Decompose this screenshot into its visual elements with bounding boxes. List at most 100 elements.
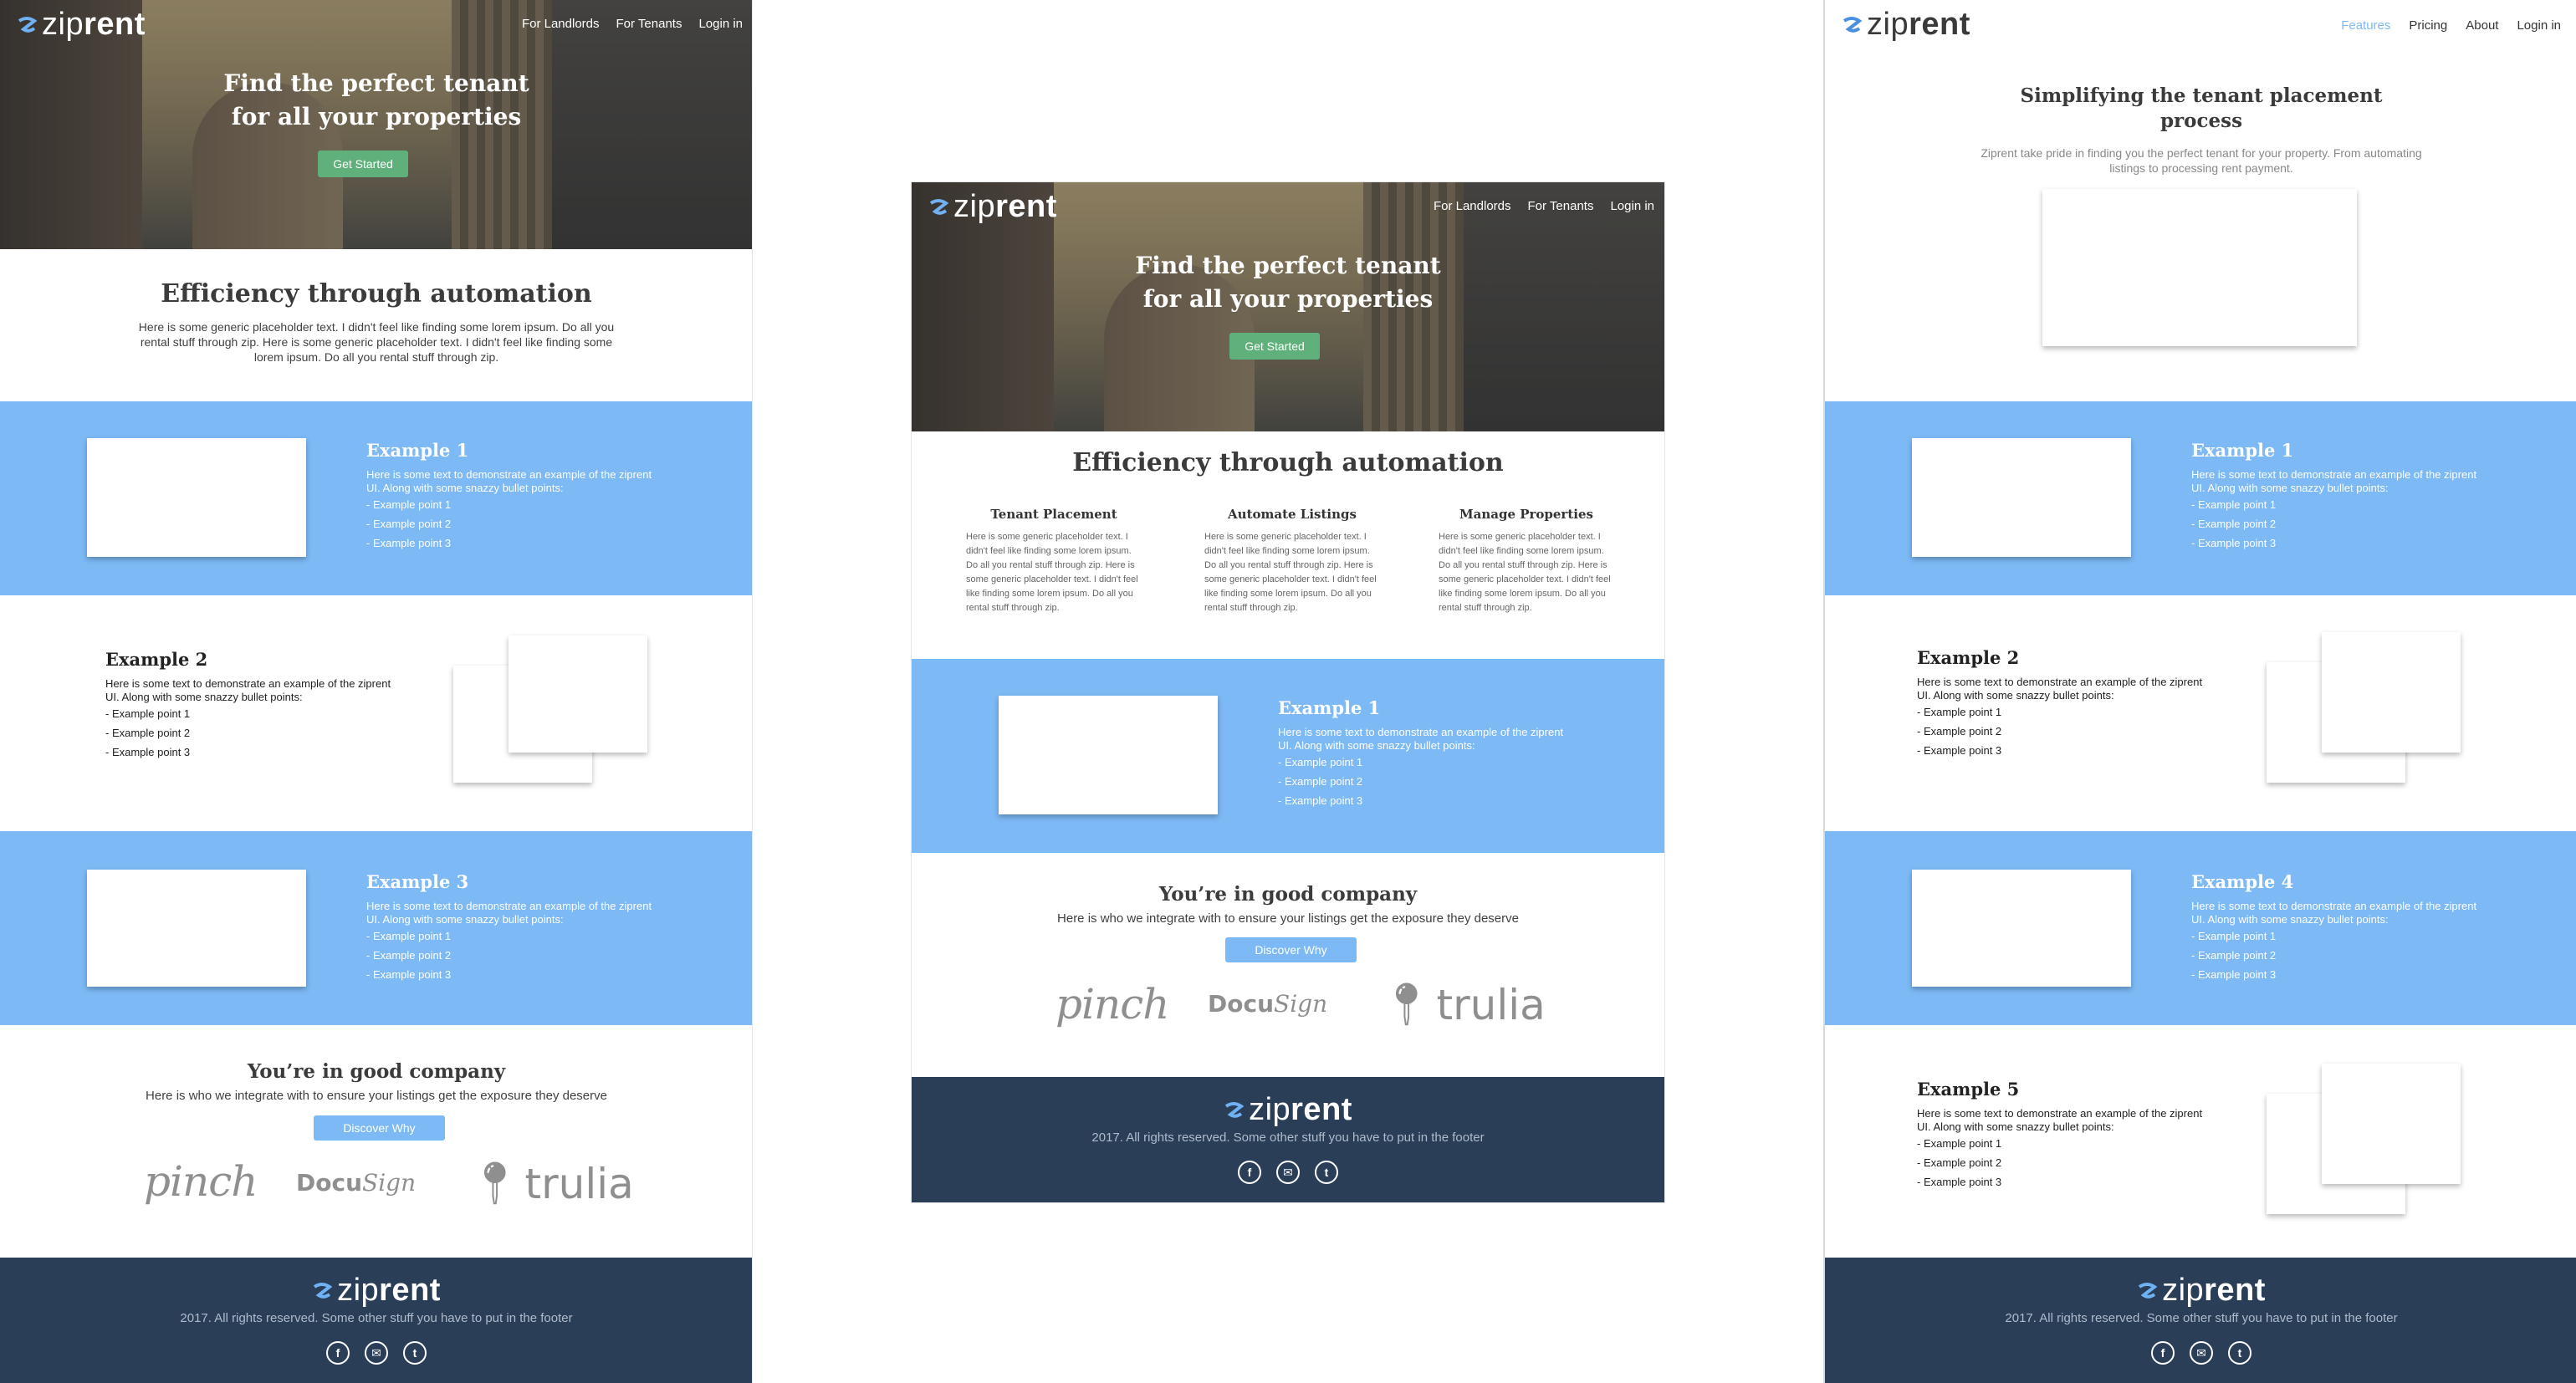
list-item: - Example point 3 [1917, 744, 2002, 757]
ziprent-logo-icon [929, 198, 948, 215]
ziprent-logo-icon [2138, 1282, 2158, 1299]
get-started-button[interactable]: Get Started [318, 151, 408, 177]
social-links: f ✉ t [912, 1161, 1664, 1184]
page-subtitle-line2: listings to processing rent payment. [2109, 161, 2293, 175]
example-1-image [87, 438, 306, 557]
example-1-text: Here is some text to demonstrate an exam… [366, 468, 652, 494]
get-started-button[interactable]: Get Started [1229, 333, 1320, 360]
example-1-text: Here is some text to demonstrate an exam… [2191, 468, 2477, 494]
logo-zip: zip [2162, 1273, 2205, 1308]
footer-logo[interactable]: ziprent [1825, 1273, 2576, 1309]
list-item: - Example point 1 [1278, 756, 1363, 768]
example-2-section: Example 2 Here is some text to demonstra… [0, 595, 752, 831]
nav-login[interactable]: Login in [2517, 18, 2561, 33]
nav-about[interactable]: About [2466, 18, 2498, 33]
twitter-icon[interactable]: t [2228, 1341, 2251, 1365]
logo[interactable]: ziprent [928, 189, 1057, 225]
logo[interactable]: ziprent [1842, 7, 1970, 43]
ziprent-logo-icon [1843, 16, 1862, 33]
nav-pricing[interactable]: Pricing [2409, 18, 2447, 33]
logo-zip: zip [953, 189, 996, 224]
list-item: - Example point 2 [1917, 1156, 2002, 1169]
hero-section: ziprent For Landlords For Tenants Login … [912, 182, 1664, 431]
page-title-line1: Simplifying the tenant placement [2020, 84, 2383, 107]
example-1-image [1912, 438, 2131, 557]
logo-rent: rent [2204, 1273, 2266, 1308]
docusign-logo-b: Sign [362, 1169, 417, 1197]
feature-text: Here is some generic placeholder text. I… [1439, 532, 1611, 613]
logo-zip: zip [337, 1273, 380, 1308]
top-nav: For Landlords For Tenants Login in [522, 17, 743, 31]
social-links: f ✉ t [0, 1341, 752, 1365]
example-3-image [87, 870, 306, 987]
logo[interactable]: ziprent [17, 7, 146, 43]
homepage-mockup-short: ziprent For Landlords For Tenants Login … [912, 182, 1664, 1202]
nav-login[interactable]: Login in [698, 17, 743, 31]
mail-icon[interactable]: ✉ [365, 1341, 388, 1365]
docusign-logo-a: Docu [1208, 990, 1275, 1018]
logo-rent: rent [1291, 1092, 1352, 1127]
nav-login[interactable]: Login in [1610, 199, 1654, 213]
ziprent-logo-icon [1224, 1101, 1245, 1118]
efficiency-title: Efficiency through automation [1072, 448, 1504, 477]
list-item: - Example point 1 [2191, 498, 2277, 511]
page-title: Simplifying the tenant placement process [1825, 84, 2576, 134]
social-links: f ✉ t [1825, 1341, 2576, 1365]
list-item: - Example point 3 [2191, 537, 2277, 549]
example-2-points: - Example point 1 - Example point 2 - Ex… [105, 704, 190, 762]
footer-text: 2017. All rights reserved. Some other st… [180, 1311, 573, 1325]
company-title: You’re in good company [1158, 883, 1418, 906]
example-1-title: Example 1 [366, 440, 469, 461]
pinch-logo: pinch [144, 1157, 258, 1206]
example-1-points: - Example point 1 - Example point 2 - Ex… [366, 495, 451, 553]
example-2-text: Here is some text to demonstrate an exam… [1917, 676, 2203, 702]
footer-logo[interactable]: ziprent [0, 1273, 752, 1309]
feature-text: Here is some generic placeholder text. I… [1204, 532, 1377, 613]
example-3-section: Example 3 Here is some text to demonstra… [0, 831, 752, 1025]
hero-title-line1: Find the perfect tenant [223, 69, 529, 97]
nav-for-tenants[interactable]: For Tenants [616, 17, 682, 31]
list-item: - Example point 3 [366, 537, 452, 549]
trulia-logo: 📍︎ trulia [468, 1159, 634, 1208]
example-5-text: Here is some text to demonstrate an exam… [1917, 1107, 2203, 1133]
example-1-section: Example 1 Here is some text to demonstra… [1825, 401, 2576, 595]
example-1-points: - Example point 1 - Example point 2 - Ex… [2191, 495, 2276, 553]
ziprent-logo-icon [18, 16, 37, 33]
list-item: - Example point 1 [2191, 930, 2277, 942]
nav-for-landlords[interactable]: For Landlords [1434, 199, 1511, 213]
example-1-image [999, 696, 1218, 814]
logo-rent: rent [1909, 7, 1970, 42]
discover-why-button[interactable]: Discover Why [1225, 937, 1357, 962]
intro-image [2042, 189, 2357, 346]
pinch-logo: pinch [1055, 980, 1169, 1028]
example-1-section: Example 1 Here is some text to demonstra… [0, 401, 752, 595]
example-2-title: Example 2 [105, 649, 208, 670]
ziprent-logo-icon [313, 1282, 333, 1299]
twitter-icon[interactable]: t [403, 1341, 427, 1365]
nav-for-tenants[interactable]: For Tenants [1528, 199, 1594, 213]
nav-for-landlords[interactable]: For Landlords [522, 17, 600, 31]
page-title-line2: process [2159, 110, 2243, 132]
logo-zip: zip [42, 7, 84, 42]
facebook-icon[interactable]: f [1238, 1161, 1261, 1184]
example-2-points: - Example point 1 - Example point 2 - Ex… [1917, 702, 2001, 760]
top-nav: For Landlords For Tenants Login in [1434, 199, 1654, 213]
map-pin-icon: 📍︎ [1380, 980, 1434, 1028]
efficiency-title: Efficiency through automation [161, 279, 592, 309]
hero-title: Find the perfect tenant for all your pro… [912, 249, 1664, 316]
logo-zip: zip [1867, 7, 1909, 42]
facebook-icon[interactable]: f [2151, 1341, 2175, 1365]
example-4-section: Example 4 Here is some text to demonstra… [1825, 831, 2576, 1025]
twitter-icon[interactable]: t [1315, 1161, 1338, 1184]
example-2-text: Here is some text to demonstrate an exam… [105, 677, 391, 703]
list-item: - Example point 1 [1917, 706, 2002, 718]
mail-icon[interactable]: ✉ [2190, 1341, 2213, 1365]
discover-why-button[interactable]: Discover Why [314, 1115, 445, 1141]
logo-rent: rent [995, 189, 1057, 224]
facebook-icon[interactable]: f [326, 1341, 350, 1365]
nav-features[interactable]: Features [2341, 18, 2390, 33]
mail-icon[interactable]: ✉ [1276, 1161, 1300, 1184]
list-item: - Example point 3 [1278, 794, 1363, 807]
footer-logo[interactable]: ziprent [912, 1092, 1664, 1128]
feature-text: Here is some generic placeholder text. I… [966, 532, 1138, 613]
